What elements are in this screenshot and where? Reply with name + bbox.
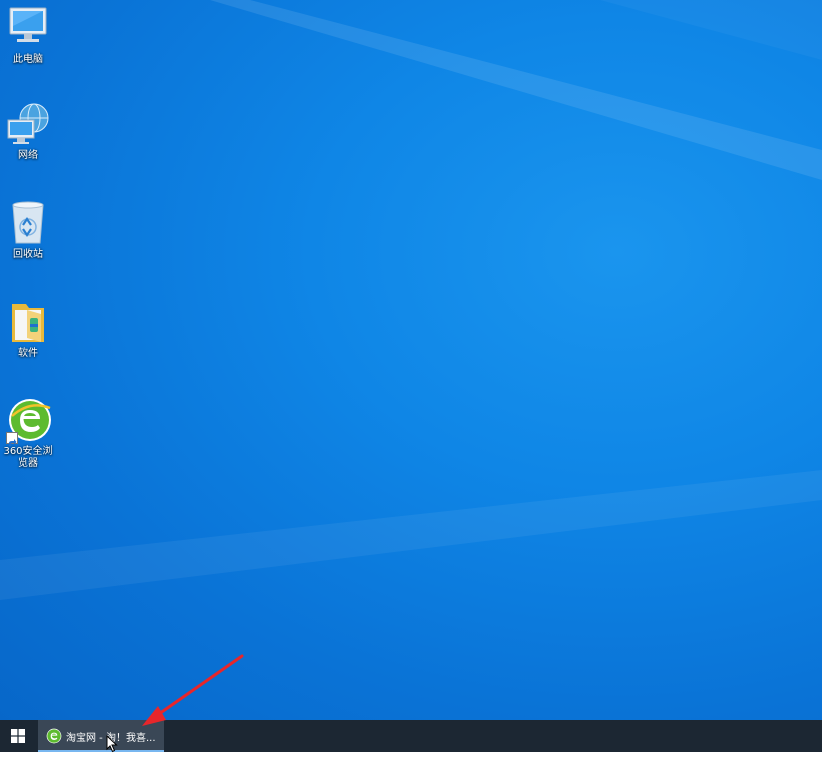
taskbar: 淘宝网 - 淘！我喜...	[0, 720, 822, 752]
360-browser-icon	[46, 728, 62, 744]
network-globe-icon	[4, 100, 52, 148]
desktop-icon-label: 此电脑	[13, 54, 43, 65]
desktop-icon-label: 软件	[18, 348, 38, 359]
desktop-icon-label: 网络	[18, 150, 38, 161]
folder-icon	[4, 298, 52, 346]
desktop-icon-recycle-bin[interactable]: 回收站	[0, 199, 56, 261]
desktop-background[interactable]: 此电脑 网络 回收站 软件 360安全浏览器	[0, 0, 822, 720]
recycle-bin-icon	[4, 199, 52, 247]
desktop-icon-network[interactable]: 网络	[0, 100, 56, 162]
desktop-icon-label: 360安全浏览器	[3, 446, 53, 469]
desktop-icon-software-folder[interactable]: 软件	[0, 298, 56, 360]
mouse-cursor-icon	[106, 734, 118, 757]
desktop-icon-this-pc[interactable]: 此电脑	[0, 4, 56, 66]
desktop-icon-label: 回收站	[13, 249, 43, 260]
wallpaper-light-beams	[0, 0, 822, 600]
shortcut-arrow-icon	[6, 432, 18, 446]
start-button[interactable]	[0, 720, 36, 752]
360-browser-icon	[4, 396, 52, 446]
windows-logo-icon	[11, 729, 25, 743]
desktop-icon-360-browser[interactable]: 360安全浏览器	[0, 396, 56, 470]
computer-icon	[4, 4, 52, 52]
taskbar-window-button[interactable]: 淘宝网 - 淘！我喜...	[38, 720, 164, 752]
